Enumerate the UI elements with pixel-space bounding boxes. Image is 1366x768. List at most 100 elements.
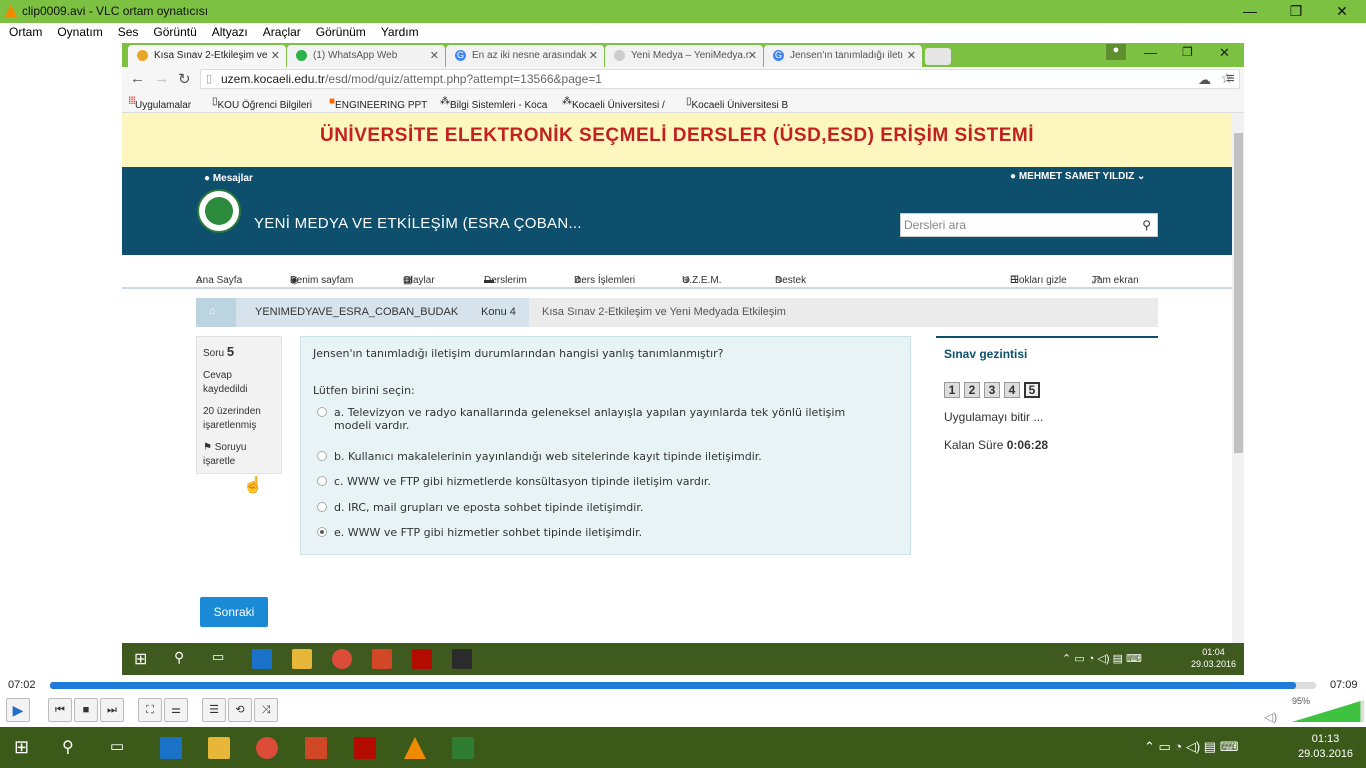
page-info-icon[interactable]: ▯	[206, 72, 212, 85]
flag-question-link[interactable]: ⚑ Soruyu işaretle	[203, 441, 275, 469]
play-button[interactable]: ▶	[6, 698, 30, 722]
quiz-page-button[interactable]: 1	[944, 382, 960, 398]
breadcrumb-course[interactable]: YENIMEDYAVE_ESRA_COBAN_BUDAK	[255, 306, 458, 318]
quiz-page-button[interactable]: 3	[984, 382, 1000, 398]
vlc-icon[interactable]	[404, 737, 426, 759]
quiz-page-button[interactable]: 2	[964, 382, 980, 398]
bookmark-kou[interactable]: ▯ KOU Öğrenci Bilgileri	[212, 96, 312, 111]
close-tab-icon[interactable]: ✕	[430, 49, 439, 62]
menu-altyazi[interactable]: Altyazı	[212, 23, 248, 39]
quiz-page-button-current[interactable]: 5	[1024, 382, 1040, 398]
search-icon[interactable]: ⚲	[174, 649, 194, 669]
chrome-icon[interactable]	[332, 649, 352, 669]
radio-button[interactable]	[317, 407, 327, 417]
back-icon[interactable]: ←	[130, 70, 145, 87]
file-explorer-icon[interactable]	[208, 737, 230, 759]
messages-link[interactable]: ● Mesajlar	[204, 173, 253, 184]
task-view-icon[interactable]: ▭	[212, 649, 232, 669]
bookmark-kocaeli-2[interactable]: ▯ Kocaeli Üniversitesi B	[686, 96, 788, 111]
breadcrumb-home[interactable]: ⌂	[196, 298, 236, 327]
menu-araclar[interactable]: Araçlar	[263, 23, 301, 39]
finish-attempt-link[interactable]: Uygulamayı bitir ...	[944, 410, 1043, 424]
powerpoint-icon[interactable]	[372, 649, 392, 669]
powerpoint-icon[interactable]	[305, 737, 327, 759]
tray-icons[interactable]: ⌃ ▭ ◔ ◁) ▤ ⌨	[1144, 739, 1238, 755]
fullscreen-icon[interactable]: ⛶	[138, 698, 162, 722]
recorder-icon[interactable]	[452, 649, 472, 669]
previous-button[interactable]: ⏮	[48, 698, 72, 722]
chrome-icon[interactable]	[256, 737, 278, 759]
answer-option-d[interactable]: d. IRC, mail grupları ve eposta sohbet t…	[317, 501, 643, 514]
breadcrumb-topic[interactable]: Konu 4	[481, 306, 516, 318]
task-view-icon[interactable]: ▭	[110, 737, 132, 759]
bookmark-kocaeli-1[interactable]: ⁂ Kocaeli Üniversitesi /	[562, 96, 665, 111]
radio-button[interactable]	[317, 476, 327, 486]
apps-bookmark[interactable]: ⁞⁞⁞ Uygulamalar	[128, 96, 191, 111]
minimize-icon[interactable]: —	[1227, 0, 1273, 23]
stop-button[interactable]: ■	[74, 698, 98, 722]
edge-icon[interactable]	[252, 649, 272, 669]
next-button-vlc[interactable]: ⏭	[100, 698, 124, 722]
start-icon[interactable]: ⊞	[134, 649, 154, 669]
browser-tab[interactable]: Yeni Medya – YeniMedya.r ✕	[605, 45, 763, 67]
answer-option-e[interactable]: e. WWW ve FTP gibi hizmetler sohbet tipi…	[317, 526, 642, 539]
course-search-input[interactable]: Dersleri ara ⚲	[900, 213, 1158, 237]
profile-icon[interactable]: ●	[1106, 44, 1126, 60]
user-menu[interactable]: ● MEHMET SAMET YILDIZ ⌄	[1010, 171, 1145, 182]
acrobat-icon[interactable]	[354, 737, 376, 759]
seek-slider[interactable]	[50, 682, 1316, 689]
menu-oynatim[interactable]: Oynatım	[57, 23, 102, 39]
acrobat-icon[interactable]	[412, 649, 432, 669]
forward-icon[interactable]: →	[154, 70, 169, 87]
answer-option-a[interactable]: a. Televizyon ve radyo kanallarında gele…	[317, 406, 845, 432]
cloud-icon[interactable]: ☁	[1198, 72, 1211, 88]
close-tab-icon[interactable]: ✕	[748, 49, 757, 62]
playlist-icon[interactable]: ☰	[202, 698, 226, 722]
browser-minimize-icon[interactable]: —	[1144, 45, 1157, 60]
bookmark-bilgi[interactable]: ⁂ Bilgi Sistemleri - Koca	[440, 96, 547, 111]
browser-tab[interactable]: G En az iki nesne arasındak ✕	[446, 45, 604, 67]
browser-tab[interactable]: Kısa Sınav 2-Etkileşim ve ✕	[128, 45, 286, 67]
radio-button[interactable]	[317, 451, 327, 461]
browser-tab[interactable]: G Jensen'ın tanımladığı iletı ✕	[764, 45, 922, 67]
browser-close-icon[interactable]: ✕	[1219, 45, 1230, 61]
radio-button[interactable]	[317, 502, 327, 512]
recorded-clock[interactable]: 01:04 29.03.2016	[1191, 646, 1236, 670]
bookmark-engineering[interactable]: ■ ENGINEERING PPT	[329, 96, 427, 111]
menu-gorunum[interactable]: Görünüm	[316, 23, 366, 39]
extended-settings-icon[interactable]: ⚌	[164, 698, 188, 722]
search-icon[interactable]: ⚲	[1142, 218, 1151, 232]
answer-option-b[interactable]: b. Kullanıcı makalelerinin yayınlandığı …	[317, 450, 762, 463]
recorder-app-icon[interactable]	[452, 737, 474, 759]
file-explorer-icon[interactable]	[292, 649, 312, 669]
menu-yardim[interactable]: Yardım	[381, 23, 419, 39]
loop-icon[interactable]: ⟲	[228, 698, 252, 722]
tray-icons[interactable]: ⌃ ▭ ◔ ◁) ▤ ⌨	[1062, 652, 1142, 665]
search-icon[interactable]: ⚲	[62, 737, 84, 759]
browser-maximize-icon[interactable]: ❐	[1182, 45, 1193, 59]
url-input[interactable]: ▯ uzem.kocaeli.edu.tr/esd/mod/quiz/attemp…	[200, 69, 1240, 89]
browser-tab[interactable]: (1) WhatsApp Web ✕	[287, 45, 445, 67]
system-clock[interactable]: 01:13 29.03.2016	[1298, 732, 1353, 762]
close-tab-icon[interactable]: ✕	[907, 49, 916, 62]
next-button[interactable]: Sonraki	[200, 597, 268, 627]
radio-button-selected[interactable]	[317, 527, 327, 537]
close-tab-icon[interactable]: ✕	[271, 49, 280, 62]
close-tab-icon[interactable]: ✕	[589, 49, 598, 62]
close-icon[interactable]: ✕	[1319, 0, 1365, 23]
menu-goruntu[interactable]: Görüntü	[153, 23, 196, 39]
chrome-menu-icon[interactable]: ≡	[1226, 70, 1235, 87]
menu-ses[interactable]: Ses	[118, 23, 139, 39]
new-tab-button[interactable]	[925, 48, 951, 65]
start-icon[interactable]: ⊞	[14, 737, 36, 759]
edge-icon[interactable]	[160, 737, 182, 759]
volume-control[interactable]: ◁) 95%	[1264, 696, 1364, 725]
speaker-icon[interactable]: ◁)	[1264, 710, 1277, 724]
answer-option-c[interactable]: c. WWW ve FTP gibi hizmetlerde konsültas…	[317, 475, 711, 488]
page-scrollbar[interactable]	[1232, 113, 1244, 643]
maximize-icon[interactable]: ❐	[1273, 0, 1319, 23]
reload-icon[interactable]: ↻	[178, 70, 191, 88]
quiz-page-button[interactable]: 4	[1004, 382, 1020, 398]
shuffle-icon[interactable]: ⤨	[254, 698, 278, 722]
menu-ortam[interactable]: Ortam	[9, 23, 42, 39]
